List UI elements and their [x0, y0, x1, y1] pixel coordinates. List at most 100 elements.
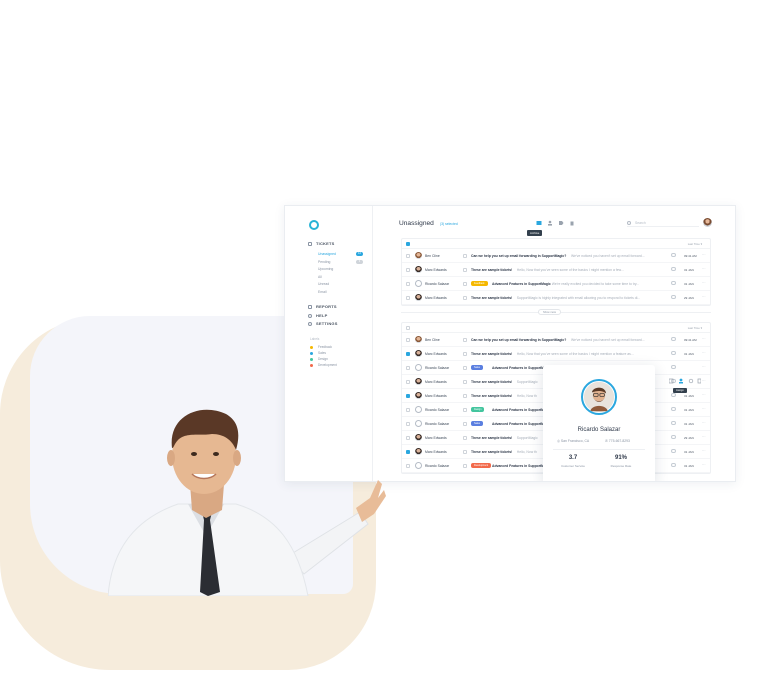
show-more-button[interactable]: Show more	[538, 309, 562, 315]
row-checkbox[interactable]	[406, 254, 410, 258]
ticket-subject[interactable]: These are sample tickets!	[471, 380, 512, 384]
archive-tooltip: Archive	[527, 230, 543, 236]
ticket-row[interactable]: Marc Edwards These are sample tickets! Hel…	[402, 347, 710, 361]
ticket-subject[interactable]: Can we help you set up email forwarding …	[471, 254, 566, 258]
label-pill[interactable]: Sales	[471, 365, 483, 370]
ticket-row[interactable]: Marc Edwards These are sample tickets! Hel…	[402, 263, 710, 277]
ticket-subject[interactable]: Advanced Features in SupportMagic	[492, 366, 551, 370]
label-pill[interactable]: Feedback	[471, 281, 488, 286]
nav-unread[interactable]: Unread	[318, 282, 329, 286]
nav-tickets[interactable]: TICKETS	[308, 241, 335, 246]
presenter-illustration	[108, 409, 386, 596]
row-checkbox[interactable]	[406, 394, 410, 398]
row-checkbox[interactable]	[406, 366, 410, 370]
channel-icon	[463, 380, 467, 384]
assign-icon[interactable]	[547, 220, 553, 226]
more-icon[interactable]: ···	[702, 421, 706, 425]
more-icon[interactable]: ···	[702, 253, 706, 257]
search-icon	[627, 221, 631, 225]
ticket-row[interactable]: Ben Cline Can we help you set up email fo…	[402, 333, 710, 347]
more-icon[interactable]: ···	[702, 267, 706, 271]
label-pill[interactable]: Development	[471, 463, 492, 468]
row-checkbox[interactable]	[406, 338, 410, 342]
label-dot	[310, 358, 313, 361]
row-checkbox[interactable]	[406, 450, 410, 454]
avatar	[415, 252, 422, 259]
label-pill[interactable]: Design	[471, 407, 485, 412]
ticket-icon	[308, 242, 312, 246]
select-all-checkbox[interactable]	[406, 326, 410, 330]
more-icon[interactable]: ···	[702, 337, 706, 341]
ticket-row[interactable]: Ricardo Salazar Feedback Advanced Features…	[402, 277, 710, 291]
more-icon[interactable]: ···	[702, 393, 706, 397]
more-icon[interactable]: ···	[702, 435, 706, 439]
ticket-row[interactable]: Marc Edwards These are sample tickets! Sup…	[402, 291, 710, 305]
more-icon[interactable]: ···	[702, 463, 706, 467]
row-checkbox[interactable]	[406, 408, 410, 412]
tag-icon[interactable]	[558, 220, 564, 226]
archive-icon[interactable]	[536, 220, 542, 226]
nav-reports[interactable]: REPORTS	[308, 304, 337, 309]
requester-name: Ben Cline	[425, 254, 440, 258]
row-checkbox[interactable]	[406, 380, 410, 384]
nav-upcoming[interactable]: Upcoming	[318, 267, 333, 271]
nav-email[interactable]: Email	[318, 290, 326, 294]
ticket-subject[interactable]: These are sample tickets!	[471, 296, 512, 300]
ticket-subject[interactable]: Advanced Features in SupportM	[492, 408, 544, 412]
ticket-date: 31 JAN	[684, 352, 694, 356]
nav-settings[interactable]: SETTINGS	[308, 321, 338, 326]
pending-count: 3	[356, 260, 363, 264]
profile-location: ◎ San Francisco, CA	[557, 439, 590, 443]
user-avatar[interactable]	[703, 218, 712, 227]
ticket-preview: We've noticed you haven't set up email f…	[571, 338, 645, 342]
row-checkbox[interactable]	[406, 282, 410, 286]
ticket-subject[interactable]: These are sample tickets!	[471, 436, 512, 440]
trash-icon[interactable]	[569, 220, 575, 226]
nav-help[interactable]: HELP	[308, 313, 327, 318]
sort-dropdown[interactable]: Last Time ▾	[688, 242, 702, 246]
row-checkbox[interactable]	[406, 436, 410, 440]
avatar	[415, 364, 422, 371]
ticket-subject[interactable]: Advanced Features in SupportM	[492, 464, 544, 468]
label-pill[interactable]: Sales	[471, 421, 483, 426]
nav-unassigned[interactable]: Unassigned	[318, 252, 336, 256]
row-checkbox[interactable]	[406, 464, 410, 468]
more-icon[interactable]: ···	[702, 407, 706, 411]
avatar	[415, 350, 422, 357]
avatar	[415, 378, 422, 385]
row-checkbox[interactable]	[406, 422, 410, 426]
ticket-preview: We've noticed you haven't set up email f…	[571, 254, 645, 258]
ticket-subject[interactable]: These are sample tickets!	[471, 450, 512, 454]
ticket-row[interactable]: Ben Cline Can we help you set up email fo…	[402, 249, 710, 263]
row-checkbox[interactable]	[406, 352, 410, 356]
requester-name: Marc Edwards	[425, 268, 447, 272]
ticket-subject[interactable]: These are sample tickets!	[471, 394, 512, 398]
nav-pending[interactable]: Pending	[318, 260, 330, 264]
sort-dropdown[interactable]: Last Time ▾	[688, 326, 702, 330]
select-all-checkbox[interactable]	[406, 242, 410, 246]
more-icon[interactable]: ···	[702, 379, 706, 383]
label-sales[interactable]: Sales	[318, 351, 326, 355]
more-icon[interactable]: ···	[702, 281, 706, 285]
ticket-subject[interactable]: Can we help you set up email forwarding …	[471, 338, 566, 342]
channel-icon	[463, 450, 467, 454]
ticket-subject[interactable]: These are sample tickets!	[471, 352, 512, 356]
ticket-subject[interactable]: Advanced Features in SupportMagic	[492, 282, 551, 286]
ticket-subject[interactable]: Advanced Features in SupportM	[492, 422, 544, 426]
nav-all[interactable]: All	[318, 275, 322, 279]
search-input[interactable]: Search	[627, 219, 699, 227]
ticket-date: 31 JAN	[684, 464, 694, 468]
more-icon[interactable]: ···	[702, 295, 706, 299]
row-checkbox[interactable]	[406, 268, 410, 272]
label-dot	[310, 364, 313, 367]
more-icon[interactable]: ···	[702, 365, 706, 369]
label-development[interactable]: Development	[318, 363, 337, 367]
more-icon[interactable]: ···	[702, 449, 706, 453]
ticket-subject[interactable]: These are sample tickets!	[471, 268, 512, 272]
row-checkbox[interactable]	[406, 296, 410, 300]
ticket-date: 31 JAN	[684, 282, 694, 286]
more-icon[interactable]: ···	[702, 351, 706, 355]
label-design[interactable]: Design	[318, 357, 328, 361]
comment-icon	[671, 407, 676, 411]
label-feedback[interactable]: Feedback	[318, 345, 332, 349]
